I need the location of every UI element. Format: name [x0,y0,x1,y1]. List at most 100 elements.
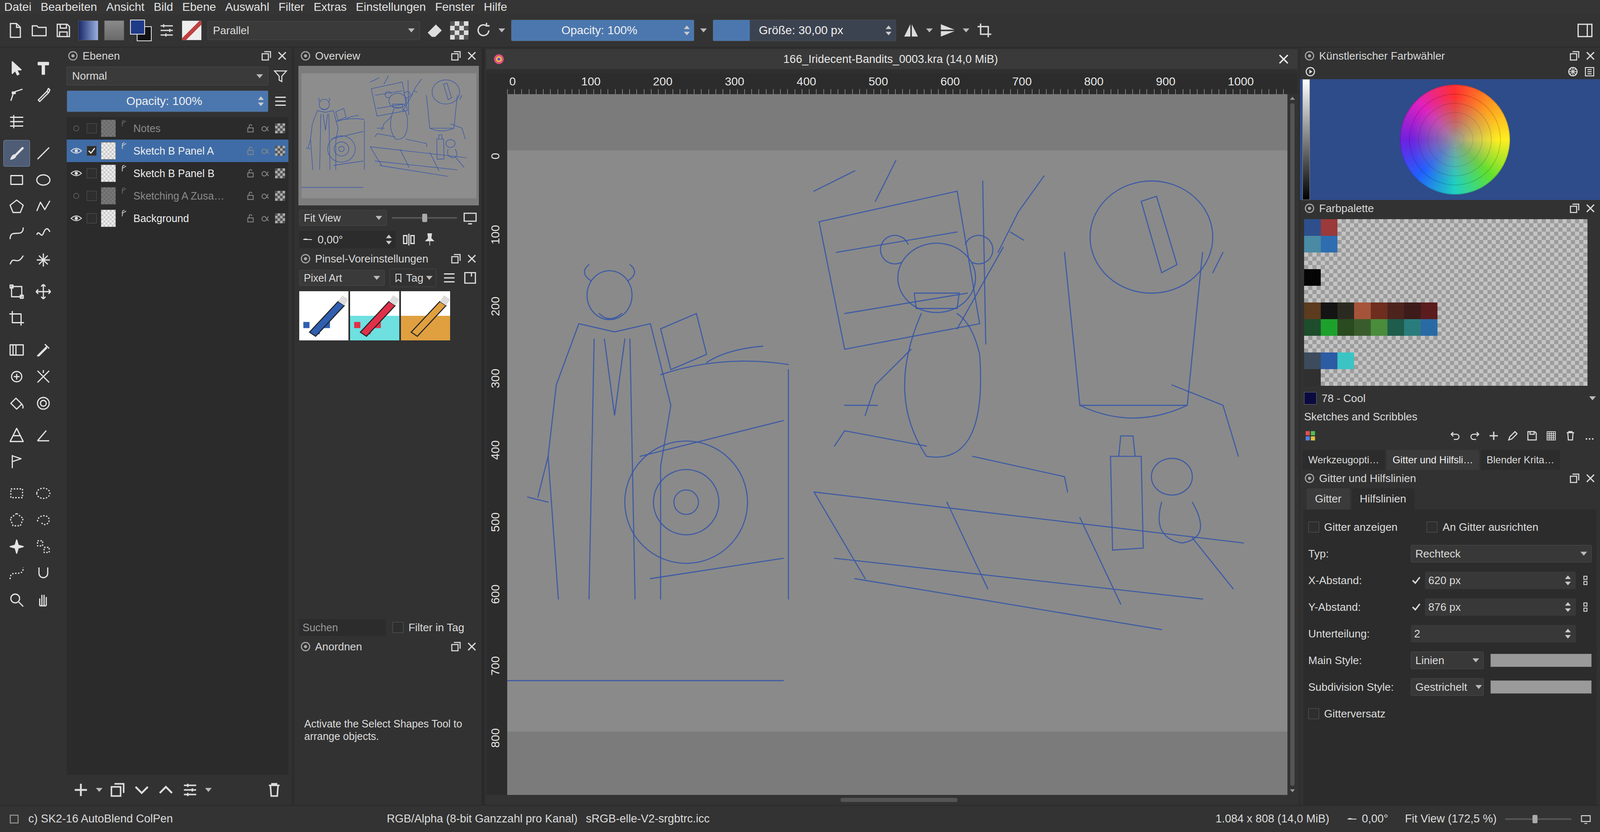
palette-swatch[interactable] [1437,352,1455,370]
palette-swatch[interactable] [1387,352,1405,370]
palette-swatch[interactable] [1487,302,1505,320]
palette-swatch[interactable] [1404,319,1421,336]
palette-swatch[interactable] [1437,319,1455,336]
palette-swatch[interactable] [1437,335,1455,353]
palette-swatch[interactable] [1537,369,1555,386]
alpha-lock-icon[interactable] [260,122,271,134]
grid-tab[interactable]: Hilfslinien [1351,488,1415,510]
palette-swatch[interactable] [1304,252,1321,270]
tool-button[interactable] [30,363,57,391]
float-icon[interactable] [449,49,463,63]
palette-swatch[interactable] [1554,352,1571,370]
docker-menu-icon[interactable] [299,49,312,63]
palette-swatch[interactable] [1337,285,1355,303]
zoom-slider[interactable] [391,212,458,223]
palette-swatch[interactable] [1487,369,1505,386]
palette-swatch[interactable] [1554,269,1571,286]
tool-button[interactable] [30,220,57,247]
link-icon[interactable] [1579,600,1592,614]
redo-icon[interactable] [1468,429,1481,443]
line-style-dropdown[interactable]: Linien [1410,651,1484,670]
palette-swatch[interactable] [1504,302,1521,320]
palette-swatch[interactable] [1337,235,1355,253]
palette-swatch[interactable] [1554,235,1571,253]
palette-swatch[interactable] [1354,335,1371,353]
palette-swatch[interactable] [1454,219,1471,236]
layer-row[interactable]: Notes [66,117,289,140]
tool-button[interactable] [30,390,57,417]
reset-icon[interactable] [1304,65,1317,78]
tool-button[interactable] [30,81,57,109]
menu-item[interactable]: Filter [278,0,305,15]
tool-button[interactable] [30,278,57,306]
tool-button[interactable] [3,220,31,247]
palette-swatch[interactable] [1304,319,1321,336]
tool-button[interactable] [3,533,31,561]
palette-swatch[interactable] [1420,369,1438,386]
palette-swatch[interactable] [1570,269,1588,286]
check-icon[interactable] [1410,601,1422,613]
palette-swatch[interactable] [1304,369,1321,386]
pattern-swatch[interactable] [104,20,125,41]
status-rotation[interactable]: 0,00° [1337,812,1397,826]
line-style-dropdown[interactable]: Gestrichelt [1410,678,1484,697]
palette-swatch[interactable] [1370,302,1388,320]
palette-swatch[interactable] [1337,335,1355,353]
palette-swatch[interactable] [1320,235,1338,253]
palette-swatch[interactable] [1504,219,1521,236]
palette-swatch[interactable] [1304,219,1321,236]
eraser-icon[interactable] [425,21,445,40]
float-icon[interactable] [1568,472,1581,485]
palette-swatch[interactable] [1504,252,1521,270]
menu-item[interactable]: Bearbeiten [40,0,97,15]
tool-button[interactable] [3,55,31,82]
tag-dropdown[interactable]: Pixel Art [299,270,385,286]
mirror-horizontal-icon[interactable] [901,21,921,40]
palette-swatch[interactable] [1354,252,1371,270]
palette-swatch[interactable] [1520,335,1538,353]
pin-icon[interactable] [421,231,438,248]
caret-icon[interactable] [962,28,970,33]
palette-swatch[interactable] [1570,219,1588,236]
duplicate-layer-icon[interactable] [108,781,127,800]
palette-swatch[interactable] [1470,235,1488,253]
color-wheel[interactable] [1399,84,1510,195]
tool-button[interactable] [3,246,31,274]
palette-swatch[interactable] [1504,319,1521,336]
tool-button[interactable] [30,560,57,587]
docker-tab[interactable]: Werkzeugopti… [1302,450,1385,471]
status-color-space[interactable]: RGB/Alpha (8-bit Ganzzahl pro Kanal) [386,812,578,826]
palette-swatch[interactable] [1504,285,1521,303]
more-icon[interactable] [1583,429,1596,443]
line-color-button[interactable] [1490,680,1592,694]
palette-swatch[interactable] [1337,252,1355,270]
palette-swatch[interactable] [1420,352,1438,370]
grid-spinbox[interactable]: 620 px [1424,571,1576,590]
caret-icon[interactable] [926,28,933,33]
tool-button[interactable] [3,363,31,391]
tool-button[interactable] [3,560,31,587]
tool-button[interactable] [3,305,31,332]
palette-swatch[interactable] [1554,252,1571,270]
menu-item[interactable]: Extras [313,0,347,15]
palette-swatch[interactable] [1420,319,1438,336]
show-grid-checkbox[interactable]: Gitter anzeigen [1308,520,1398,534]
docker-tab[interactable]: Blender Krita… [1480,450,1561,471]
tool-button[interactable] [3,81,31,109]
palette-swatch[interactable] [1537,219,1555,236]
palette-swatch[interactable] [1487,352,1505,370]
menu-icon[interactable] [441,270,458,286]
tool-button[interactable] [30,480,57,507]
tool-button[interactable] [30,246,57,274]
overview-preview[interactable] [298,65,479,206]
save-icon[interactable] [54,21,73,40]
edit-icon[interactable] [1506,429,1520,443]
close-icon[interactable] [1584,472,1597,485]
palette-swatch[interactable] [1487,235,1505,253]
grid-type-dropdown[interactable]: Rechteck [1410,545,1592,563]
palette-icon[interactable] [1304,429,1317,443]
palette-swatch[interactable] [1554,319,1571,336]
palette-swatch[interactable] [1520,235,1538,253]
rotation-field[interactable]: 0,00° [299,230,396,249]
palette-swatch[interactable] [1470,352,1488,370]
